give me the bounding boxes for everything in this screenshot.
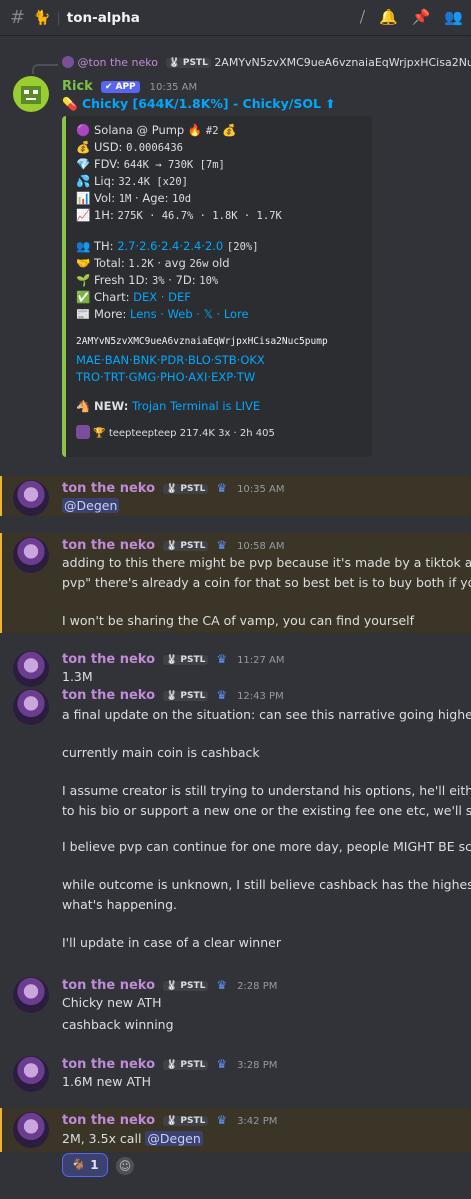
channel-hash-icon: #	[10, 7, 26, 28]
exchange-links-2[interactable]: TRO·TRT·GMG·PHO·AXI·EXP·TW	[76, 370, 362, 387]
avatar[interactable]	[13, 1112, 49, 1148]
crown-icon: ♛	[216, 688, 228, 702]
app-badge: ✔ APP	[100, 81, 140, 93]
contract-address[interactable]: 2AMYvN5zvXMC9ueA6vznaiaEqWrjpxHCisa2Nuc5…	[76, 336, 362, 353]
threads-icon[interactable]: ⧸	[360, 8, 365, 26]
reaction-button[interactable]: 🐐 1	[62, 1153, 108, 1177]
avatar[interactable]	[13, 480, 49, 516]
channel-header: # 🐈 | ton-alpha ⧸ 🔔 📌 👥	[0, 0, 471, 36]
avatar[interactable]	[13, 537, 49, 573]
avatar[interactable]	[13, 651, 49, 687]
message: ton the neko 🐰 PSTL ♛ 3:28 PM 1.6M new A…	[0, 1054, 471, 1094]
exchange-links-1[interactable]: MAE·BAN·BNK·PDR·BLO·STB·OKX	[76, 353, 362, 370]
crown-icon: ♛	[216, 1113, 228, 1127]
crown-icon: ♛	[216, 481, 228, 495]
message: ton the neko 🐰 PSTL ♛ 10:35 AM @Degen	[0, 476, 471, 516]
people-icon: 👥	[76, 239, 91, 253]
diamond-icon: 💎	[76, 157, 91, 171]
droplet-icon: 💦	[76, 174, 91, 188]
crown-icon: ♛	[216, 538, 228, 552]
trojan-icon: 🐴	[76, 399, 91, 413]
channel-title: ton-alpha	[66, 9, 140, 26]
message: ton the neko 🐰 PSTL ♛ 11:27 AM 1.3M	[0, 649, 471, 689]
token-embed: 🟣 Solana @ Pump 🔥 #2 💰 💰 USD: 0.0006436 …	[62, 116, 372, 457]
crown-icon: ♛	[216, 978, 228, 992]
username[interactable]: Rick	[62, 79, 93, 94]
solana-icon: 🟣	[76, 123, 91, 137]
money-bag-icon: 💰	[76, 140, 91, 154]
reply-avatar	[62, 56, 74, 68]
chart-icon: 📊	[76, 191, 91, 205]
cat-icon: 🐈	[33, 9, 51, 26]
check-icon: ✅	[76, 290, 91, 304]
seedling-icon: 🌱	[76, 273, 91, 287]
message: ton the neko 🐰 PSTL ♛ 3:42 PM 2M, 3.5x c…	[0, 1108, 471, 1152]
message: ton the neko 🐰 PSTL ♛ 12:43 PM a final u…	[0, 687, 471, 957]
crown-icon: ♛	[216, 652, 228, 666]
handshake-icon: 🤝	[76, 256, 91, 270]
more-icon: 📰	[76, 307, 91, 321]
avatar[interactable]	[13, 977, 49, 1013]
trend-up-icon: 📈	[76, 208, 91, 222]
avatar[interactable]	[13, 1056, 49, 1092]
add-reaction-icon[interactable]: ☺	[116, 1157, 134, 1175]
message: ton the neko 🐰 PSTL ♛ 2:28 PM Chicky new…	[0, 975, 471, 1035]
token-headline[interactable]: Chicky [644K/1.8K%] - Chicky/SOL	[82, 96, 321, 111]
avatar[interactable]	[13, 689, 49, 725]
bot-message-header: Rick ✔ APP 10:35 AM 💊 Chicky [644K/1.8K%…	[62, 79, 336, 111]
pill-icon: 💊	[62, 96, 78, 111]
arrow-up-icon: ⬆	[325, 96, 336, 111]
pin-icon[interactable]: 📌	[412, 8, 431, 26]
reply-reference[interactable]: @ton the neko 🐰 PSTL 2AMYvN5zvXMC9ueA6vz…	[0, 56, 471, 72]
message: ton the neko 🐰 PSTL ♛ 10:58 AM adding to…	[0, 533, 471, 633]
footer-avatar	[76, 425, 90, 439]
members-icon[interactable]: 👥	[444, 8, 463, 26]
bell-icon[interactable]: 🔔	[379, 8, 398, 26]
goat-icon: 🐐	[71, 1158, 87, 1172]
crown-icon: ♛	[216, 1057, 228, 1071]
